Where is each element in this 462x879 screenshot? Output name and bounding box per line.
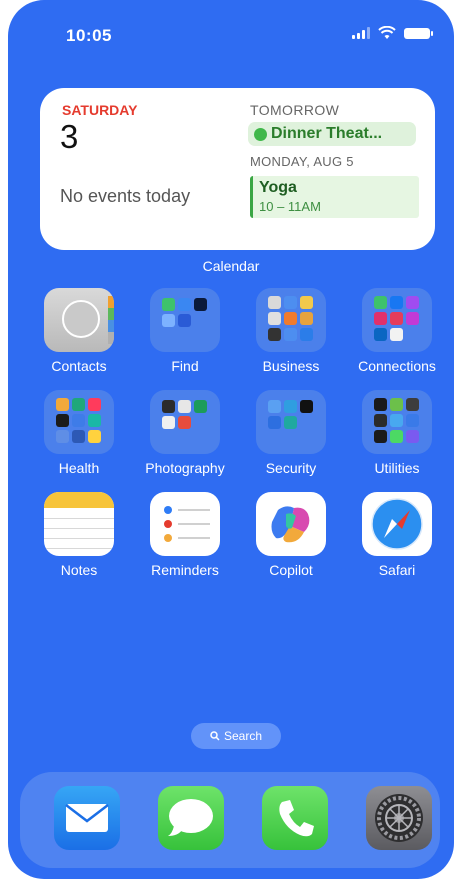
- notes-icon: [44, 492, 114, 556]
- search-button[interactable]: Search: [191, 723, 281, 749]
- event-dot-icon: [254, 127, 267, 141]
- app-label: Health: [58, 460, 100, 476]
- widget-monday-event: Yoga 10 – 11AM: [250, 176, 419, 218]
- folder-utilities[interactable]: Utilities: [347, 390, 447, 476]
- app-copilot[interactable]: Copilot: [241, 492, 341, 578]
- widget-tomorrow-event: Dinner Theat...: [248, 122, 416, 146]
- app-label: Business: [262, 358, 320, 374]
- folder-icon: [362, 390, 432, 454]
- mail-icon[interactable]: [54, 786, 120, 850]
- contacts-icon: [44, 288, 114, 352]
- folder-photography[interactable]: Photography: [135, 390, 235, 476]
- status-icons: [352, 26, 433, 40]
- folder-find[interactable]: Find: [135, 288, 235, 374]
- dock: [20, 772, 440, 868]
- app-label: Photography: [145, 460, 225, 476]
- folder-business[interactable]: Business: [241, 288, 341, 374]
- search-icon: [210, 731, 220, 741]
- reminders-icon: [150, 492, 220, 556]
- battery-icon: [404, 27, 433, 39]
- widget-no-events: No events today: [60, 186, 191, 206]
- settings-icon[interactable]: [366, 786, 432, 850]
- widget-date: 3: [60, 118, 79, 155]
- calendar-widget[interactable]: SATURDAY 3 No events today TOMORROW Dinn…: [40, 88, 435, 250]
- widget-tomorrow-label: TOMORROW: [250, 102, 340, 118]
- folder-connections[interactable]: Connections: [347, 288, 447, 374]
- app-label: Utilities: [374, 460, 420, 476]
- folder-icon: [150, 390, 220, 454]
- app-notes[interactable]: Notes: [29, 492, 129, 578]
- app-label: Security: [265, 460, 317, 476]
- folder-icon: [44, 390, 114, 454]
- messages-icon[interactable]: [158, 786, 224, 850]
- app-label: Notes: [60, 562, 98, 578]
- tomorrow-event-title: Dinner Theat...: [271, 125, 383, 142]
- monday-event-time: 10 – 11AM: [259, 199, 321, 214]
- widget-caption: Calendar: [202, 258, 260, 274]
- phone-icon[interactable]: [262, 786, 328, 850]
- app-label: Copilot: [269, 562, 313, 578]
- app-safari[interactable]: Safari: [347, 492, 447, 578]
- search-label: Search: [223, 729, 263, 743]
- folder-icon: [256, 390, 326, 454]
- safari-icon: [362, 492, 432, 556]
- app-label: Connections: [358, 358, 436, 374]
- app-label: Contacts: [51, 358, 107, 374]
- app-contacts[interactable]: Contacts: [29, 288, 129, 374]
- cellular-signal-icon: [352, 27, 370, 39]
- copilot-icon: [256, 492, 326, 556]
- home-screen: 10:05 SATURDAY 3 No events today TOMORRO…: [8, 0, 454, 879]
- folder-health[interactable]: Health: [29, 390, 129, 476]
- widget-monday-label: MONDAY, AUG 5: [250, 154, 354, 169]
- widget-day-name: SATURDAY: [62, 102, 138, 118]
- folder-security[interactable]: Security: [241, 390, 341, 476]
- folder-icon: [256, 288, 326, 352]
- app-label: Find: [171, 358, 199, 374]
- folder-icon: [362, 288, 432, 352]
- wifi-icon: [378, 26, 396, 39]
- app-label: Reminders: [151, 562, 219, 578]
- app-reminders[interactable]: Reminders: [135, 492, 235, 578]
- monday-event-title: Yoga: [259, 179, 297, 196]
- folder-icon: [150, 288, 220, 352]
- status-time: 10:05: [66, 26, 112, 45]
- app-label: Safari: [378, 562, 416, 578]
